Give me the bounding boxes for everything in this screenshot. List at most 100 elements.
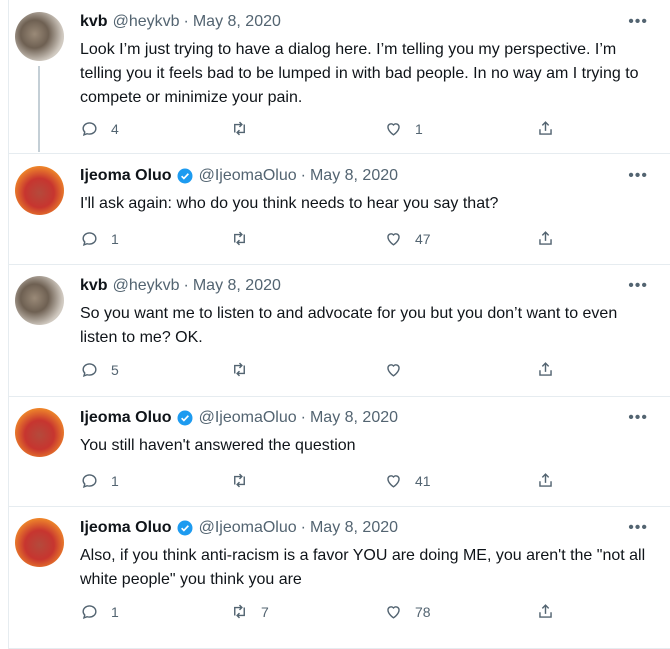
retweet-button[interactable]: 7: [230, 602, 269, 621]
tweet-header: Ijeoma Oluo @IjeomaOluo · May 8, 2020: [80, 167, 398, 185]
like-icon: [387, 475, 400, 488]
tweet-header: Ijeoma Oluo @IjeomaOluo · May 8, 2020: [80, 519, 398, 537]
avatar[interactable]: [15, 12, 64, 61]
verified-icon: [177, 520, 193, 536]
share-icon: [539, 231, 552, 245]
more-icon[interactable]: •••: [628, 167, 648, 185]
tweet-text: I'll ask again: who do you think needs t…: [80, 195, 499, 212]
reply-icon: [82, 474, 97, 488]
tweet-date[interactable]: May 8, 2020: [193, 277, 281, 295]
author-handle[interactable]: @IjeomaOluo: [199, 409, 297, 427]
share-icon: [539, 362, 552, 376]
like-count: 47: [415, 230, 431, 247]
like-button[interactable]: 1: [384, 119, 423, 138]
tweet-actions: 4 1: [80, 119, 580, 141]
reply-icon: [82, 363, 97, 377]
verified-icon: [177, 168, 193, 184]
author-handle[interactable]: @heykvb: [113, 13, 180, 31]
like-count: 41: [415, 472, 431, 489]
tweet-text: Also, if you think anti-racism is a favo…: [80, 547, 646, 588]
author-handle[interactable]: @IjeomaOluo: [199, 167, 297, 185]
tweet-text: So you want me to listen to and advocate…: [80, 305, 618, 346]
thread-connector: [38, 66, 40, 152]
share-icon: [539, 121, 552, 135]
separator-dot: ·: [300, 167, 306, 184]
tweet-actions: 1 7 78: [80, 602, 580, 624]
avatar[interactable]: [15, 166, 64, 215]
timeline-border-left: [8, 0, 9, 649]
reply-button[interactable]: 4: [80, 119, 119, 138]
tweet-actions: 1 41: [80, 471, 580, 493]
retweet-count: 7: [261, 603, 269, 620]
tweet-header: Ijeoma Oluo @IjeomaOluo · May 8, 2020: [80, 409, 398, 427]
separator-dot: ·: [300, 409, 306, 426]
like-button[interactable]: [384, 360, 415, 379]
like-icon: [387, 606, 400, 619]
like-button[interactable]: 47: [384, 229, 431, 248]
tweet-date[interactable]: May 8, 2020: [310, 167, 398, 185]
reply-icon: [82, 232, 97, 246]
retweet-icon: [234, 604, 245, 619]
tweet-header: kvb @heykvb · May 8, 2020: [80, 277, 281, 295]
tweet-divider: [8, 264, 670, 265]
more-icon[interactable]: •••: [628, 519, 648, 537]
tweet-divider: [8, 506, 670, 507]
retweet-icon: [234, 473, 245, 488]
author-name[interactable]: kvb: [80, 277, 108, 295]
separator-dot: ·: [300, 519, 306, 536]
tweet-text: You still haven't answered the question: [80, 437, 356, 454]
separator-dot: ·: [183, 13, 189, 30]
reply-button[interactable]: 1: [80, 602, 119, 621]
tweet-date[interactable]: May 8, 2020: [310, 519, 398, 537]
reply-count: 4: [111, 120, 119, 137]
avatar[interactable]: [15, 276, 64, 325]
share-button[interactable]: [536, 360, 555, 379]
like-button[interactable]: 41: [384, 471, 431, 490]
tweet-divider: [8, 153, 670, 154]
avatar[interactable]: [15, 518, 64, 567]
tweet-actions: 1 47: [80, 229, 580, 251]
reply-count: 1: [111, 472, 119, 489]
like-count: 78: [415, 603, 431, 620]
share-button[interactable]: [536, 119, 555, 138]
author-name[interactable]: Ijeoma Oluo: [80, 409, 172, 427]
tweet-text: Look I’m just trying to have a dialog he…: [80, 41, 639, 106]
tweet-actions: 5: [80, 360, 580, 382]
reply-icon: [82, 605, 97, 619]
reply-count: 1: [111, 230, 119, 247]
reply-count: 5: [111, 361, 119, 378]
more-icon[interactable]: •••: [628, 277, 648, 295]
separator-dot: ·: [183, 277, 189, 294]
author-handle[interactable]: @IjeomaOluo: [199, 519, 297, 537]
like-icon: [387, 364, 400, 377]
more-icon[interactable]: •••: [628, 409, 648, 427]
reply-button[interactable]: 1: [80, 471, 119, 490]
retweet-button[interactable]: [230, 471, 261, 490]
avatar[interactable]: [15, 408, 64, 457]
retweet-button[interactable]: [230, 360, 261, 379]
retweet-icon: [234, 362, 245, 377]
like-icon: [387, 123, 400, 136]
share-button[interactable]: [536, 229, 555, 248]
share-icon: [539, 604, 552, 618]
share-button[interactable]: [536, 471, 555, 490]
retweet-button[interactable]: [230, 229, 261, 248]
like-icon: [387, 233, 400, 246]
verified-icon: [177, 410, 193, 426]
tweet-date[interactable]: May 8, 2020: [310, 409, 398, 427]
author-handle[interactable]: @heykvb: [113, 277, 180, 295]
author-name[interactable]: Ijeoma Oluo: [80, 167, 172, 185]
like-button[interactable]: 78: [384, 602, 431, 621]
tweet-header: kvb @heykvb · May 8, 2020: [80, 13, 281, 31]
share-button[interactable]: [536, 602, 555, 621]
tweet-divider: [8, 396, 670, 397]
tweet-date[interactable]: May 8, 2020: [193, 13, 281, 31]
retweet-icon: [234, 231, 245, 246]
author-name[interactable]: Ijeoma Oluo: [80, 519, 172, 537]
retweet-button[interactable]: [230, 119, 261, 138]
reply-button[interactable]: 1: [80, 229, 119, 248]
reply-button[interactable]: 5: [80, 360, 119, 379]
more-icon[interactable]: •••: [628, 13, 648, 31]
reply-count: 1: [111, 603, 119, 620]
author-name[interactable]: kvb: [80, 13, 108, 31]
